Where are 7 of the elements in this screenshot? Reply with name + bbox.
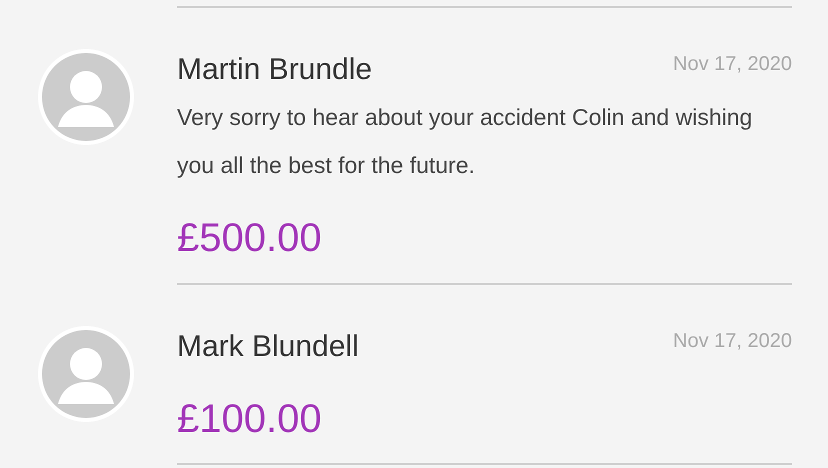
donation-amount: £500.00 <box>177 216 322 260</box>
donation-date: Nov 17, 2020 <box>673 329 792 353</box>
donation-date: Nov 17, 2020 <box>673 52 792 76</box>
donation-amount: £100.00 <box>177 397 322 441</box>
donation-message: Very sorry to hear about your accident Colin and wishing you all the best for the future. <box>177 103 754 180</box>
donor-name: Martin Brundle <box>177 52 372 88</box>
donor-name: Mark Blundell <box>177 329 359 365</box>
